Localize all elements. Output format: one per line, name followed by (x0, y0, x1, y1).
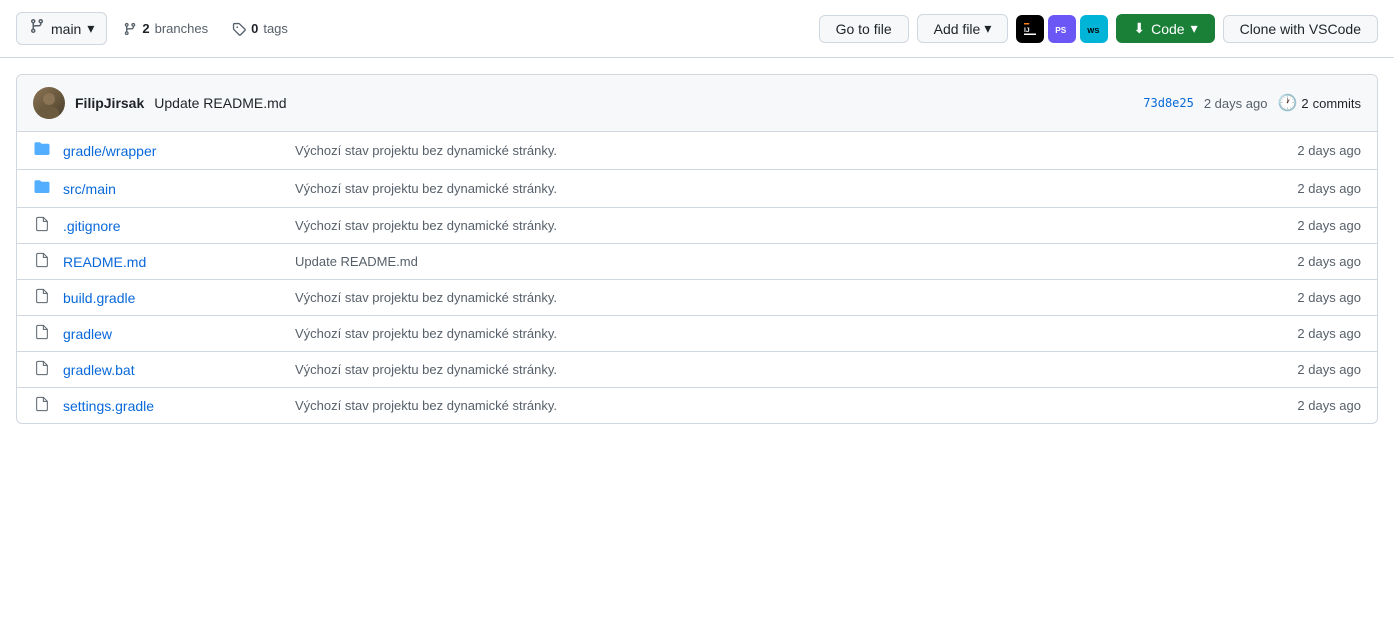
table-row: gradlew.bat Výchozí stav projektu bez dy… (17, 352, 1377, 388)
file-message: Výchozí stav projektu bez dynamické strá… (295, 326, 1269, 341)
file-time: 2 days ago (1281, 362, 1361, 377)
file-name[interactable]: .gitignore (63, 218, 283, 234)
commit-message: Update README.md (154, 95, 286, 111)
add-file-chevron-icon: ▾ (984, 20, 991, 37)
file-time: 2 days ago (1281, 326, 1361, 341)
svg-text:PS: PS (1056, 25, 1068, 34)
branches-label: branches (155, 21, 208, 36)
add-file-label: Add file (934, 21, 981, 37)
toolbar: main ▾ 2 branches 0 tags Go to file Add … (0, 0, 1394, 58)
repo-content: FilipJirsak Update README.md 73d8e25 2 d… (16, 74, 1378, 424)
file-icon (33, 216, 51, 235)
tags-icon (232, 22, 246, 36)
file-time: 2 days ago (1281, 254, 1361, 269)
file-icon (33, 288, 51, 307)
branch-selector[interactable]: main ▾ (16, 12, 107, 45)
file-message: Výchozí stav projektu bez dynamické strá… (295, 398, 1269, 413)
file-name[interactable]: gradlew.bat (63, 362, 283, 378)
code-label: Code (1151, 21, 1184, 37)
file-message: Výchozí stav projektu bez dynamické strá… (295, 290, 1269, 305)
code-button[interactable]: ⬇ Code ▾ (1116, 14, 1214, 43)
branch-icon (29, 18, 45, 39)
file-time: 2 days ago (1281, 290, 1361, 305)
table-row: src/main Výchozí stav projektu bez dynam… (17, 170, 1377, 208)
table-row: gradlew Výchozí stav projektu bez dynami… (17, 316, 1377, 352)
file-name[interactable]: src/main (63, 181, 283, 197)
file-message: Výchozí stav projektu bez dynamické strá… (295, 218, 1269, 233)
file-time: 2 days ago (1281, 218, 1361, 233)
file-message: Výchozí stav projektu bez dynamické strá… (295, 181, 1269, 196)
file-name[interactable]: gradlew (63, 326, 283, 342)
commit-time: 2 days ago (1204, 96, 1268, 111)
tags-meta[interactable]: 0 tags (224, 16, 296, 41)
file-name[interactable]: gradle/wrapper (63, 143, 283, 159)
commits-count: 2 (1301, 96, 1308, 111)
tags-label: tags (263, 21, 288, 36)
file-time: 2 days ago (1281, 398, 1361, 413)
table-row: gradle/wrapper Výchozí stav projektu bez… (17, 132, 1377, 170)
branch-name: main (51, 21, 81, 37)
go-to-file-button[interactable]: Go to file (819, 15, 909, 43)
file-message: Update README.md (295, 254, 1269, 269)
webstorm-icon[interactable]: WS (1080, 15, 1108, 43)
svg-text:IJ: IJ (1024, 27, 1030, 34)
branches-meta[interactable]: 2 branches (115, 16, 216, 41)
file-time: 2 days ago (1281, 181, 1361, 196)
download-icon: ⬇ (1133, 20, 1145, 37)
file-message: Výchozí stav projektu bez dynamické strá… (295, 143, 1269, 158)
commit-author[interactable]: FilipJirsak (75, 95, 144, 111)
branches-icon (123, 22, 137, 36)
add-file-button[interactable]: Add file ▾ (917, 14, 1009, 43)
intellij-icon[interactable]: IJ (1016, 15, 1044, 43)
editor-icons: IJ PS WS (1016, 15, 1108, 43)
file-name[interactable]: README.md (63, 254, 283, 270)
commits-label: commits (1313, 96, 1361, 111)
table-row: .gitignore Výchozí stav projektu bez dyn… (17, 208, 1377, 244)
svg-text:WS: WS (1088, 25, 1100, 34)
file-time: 2 days ago (1281, 143, 1361, 158)
file-icon (33, 360, 51, 379)
file-icon (33, 396, 51, 415)
table-row: build.gradle Výchozí stav projektu bez d… (17, 280, 1377, 316)
pycharm-icon[interactable]: PS (1048, 15, 1076, 43)
folder-icon (33, 178, 51, 199)
commit-bar: FilipJirsak Update README.md 73d8e25 2 d… (17, 75, 1377, 132)
tags-count: 0 (251, 21, 258, 36)
ps-logo: PS (1053, 20, 1071, 38)
file-icon (33, 324, 51, 343)
file-icon (33, 252, 51, 271)
ij-logo: IJ (1021, 20, 1039, 38)
file-list: gradle/wrapper Výchozí stav projektu bez… (17, 132, 1377, 423)
table-row: settings.gradle Výchozí stav projektu be… (17, 388, 1377, 423)
code-chevron-icon: ▾ (1191, 20, 1198, 37)
folder-icon (33, 140, 51, 161)
avatar-image (33, 87, 65, 119)
file-name[interactable]: build.gradle (63, 290, 283, 306)
avatar[interactable] (33, 87, 65, 119)
file-name[interactable]: settings.gradle (63, 398, 283, 414)
history-icon: 🕐 (1277, 93, 1297, 113)
file-message: Výchozí stav projektu bez dynamické strá… (295, 362, 1269, 377)
commit-hash[interactable]: 73d8e25 (1143, 96, 1194, 110)
table-row: README.md Update README.md 2 days ago (17, 244, 1377, 280)
ws-logo: WS (1085, 20, 1103, 38)
chevron-down-icon: ▾ (87, 20, 94, 37)
clone-vscode-button[interactable]: Clone with VSCode (1223, 15, 1378, 43)
commit-history[interactable]: 🕐 2 commits (1277, 93, 1361, 113)
branches-count: 2 (142, 21, 149, 36)
